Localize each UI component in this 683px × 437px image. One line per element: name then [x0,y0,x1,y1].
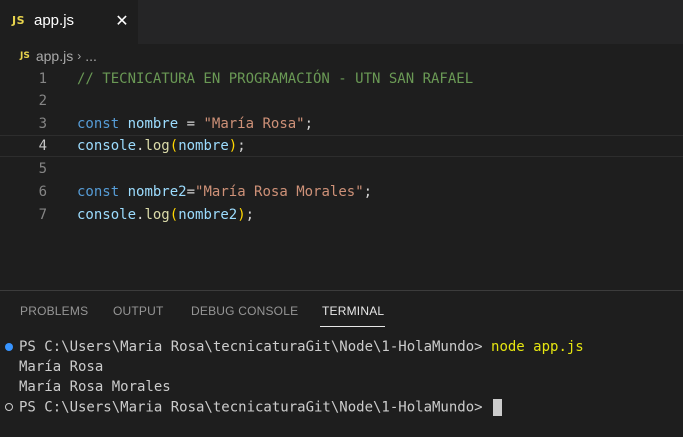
vscode-window: JS app.js ✕ JS app.js › ... 1 // TECNICA… [0,0,683,437]
paren-open: ( [169,138,179,154]
terminal-text: PS C:\Users\Maria Rosa\tecnicaturaGit\No… [19,398,503,416]
terminal-prompt: PS C:\Users\Maria Rosa\tecnicaturaGit\No… [19,399,492,415]
line-number: 6 [38,184,47,200]
code-editor[interactable]: 1 // TECNICATURA EN PROGRAMACIÓN - UTN S… [0,68,683,290]
terminal-command: node app.js [491,339,584,355]
line-number: 5 [38,161,47,177]
terminal-line: PS C:\Users\Maria Rosa\tecnicaturaGit\No… [0,337,683,357]
chevron-right-icon: › [77,49,82,63]
close-icon[interactable]: ✕ [112,10,132,30]
tab-debug-console[interactable]: DEBUG CONSOLE [191,304,298,318]
operator: = [178,116,204,132]
tab-terminal[interactable]: TERMINAL [322,304,384,318]
semicolon: ; [304,116,314,132]
variable-name: nombre [127,116,179,132]
panel-tab-bar: PROBLEMS OUTPUT DEBUG CONSOLE TERMINAL [0,291,683,327]
line-number: 2 [38,93,47,109]
tab-output[interactable]: OUTPUT [113,304,164,318]
terminal-output[interactable]: PS C:\Users\Maria Rosa\tecnicaturaGit\No… [0,337,683,417]
object-name: console [77,207,137,223]
tab-problems[interactable]: PROBLEMS [20,304,88,318]
code-line: 7 console.log(nombre2); [0,204,683,226]
argument: nombre [178,138,229,154]
semicolon: ; [245,207,255,223]
keyword: const [77,184,120,200]
terminal-line: María Rosa Morales [0,377,683,397]
operator: = [186,184,196,200]
terminal-output-line: María Rosa Morales [19,379,171,395]
string-literal: "María Rosa" [203,116,305,132]
code-line-current: 4 console.log(nombre); [0,135,683,157]
string-literal: "María Rosa Morales" [195,184,364,200]
active-tab-indicator [320,326,385,327]
terminal-prompt: PS C:\Users\Maria Rosa\tecnicaturaGit\No… [19,339,492,355]
line-number: 7 [38,207,47,223]
breadcrumb: JS app.js › ... [0,44,683,68]
bottom-panel: PROBLEMS OUTPUT DEBUG CONSOLE TERMINAL P… [0,290,683,437]
terminal-text: PS C:\Users\Maria Rosa\tecnicaturaGit\No… [19,339,584,355]
terminal-line: María Rosa [0,357,683,377]
code-line: 5 [0,158,683,180]
line-number: 4 [38,138,47,154]
semicolon: ; [363,184,373,200]
argument: nombre2 [178,207,238,223]
command-pending-dot-icon[interactable] [5,403,13,411]
terminal-output-line: María Rosa [19,359,104,375]
object-name: console [77,138,137,154]
line-content: const nombre2="María Rosa Morales"; [77,184,372,200]
line-content: const nombre = "María Rosa"; [77,116,313,132]
function-name: log [144,207,170,223]
breadcrumb-file[interactable]: app.js [36,48,73,64]
javascript-file-icon: JS [12,14,26,27]
paren-close: ) [237,207,246,223]
terminal-cursor[interactable] [493,398,503,416]
variable-name: nombre2 [127,184,187,200]
javascript-file-icon: JS [20,51,30,61]
line-number: 1 [38,71,47,87]
code-line: 2 [0,90,683,112]
editor-tab-bar: JS app.js ✕ [0,0,683,44]
breadcrumb-more[interactable]: ... [85,48,97,64]
command-success-dot-icon[interactable] [5,343,13,351]
function-name: log [144,138,170,154]
code-line: 6 const nombre2="María Rosa Morales"; [0,181,683,203]
semicolon: ; [237,138,246,154]
line-content: console.log(nombre); [77,138,246,154]
tab-label: app.js [34,12,75,29]
tab-app-js[interactable]: JS app.js ✕ [0,0,138,44]
comment: // TECNICATURA EN PROGRAMACIÓN - UTN SAN… [77,71,474,87]
keyword: const [77,116,120,132]
line-number: 3 [38,116,47,132]
code-line: 3 const nombre = "María Rosa"; [0,113,683,135]
paren-close: ) [228,138,238,154]
line-content: // TECNICATURA EN PROGRAMACIÓN - UTN SAN… [77,71,473,87]
paren-open: ( [169,207,179,223]
line-content: console.log(nombre2); [77,207,254,223]
terminal-line: PS C:\Users\Maria Rosa\tecnicaturaGit\No… [0,397,683,417]
code-line: 1 // TECNICATURA EN PROGRAMACIÓN - UTN S… [0,68,683,90]
